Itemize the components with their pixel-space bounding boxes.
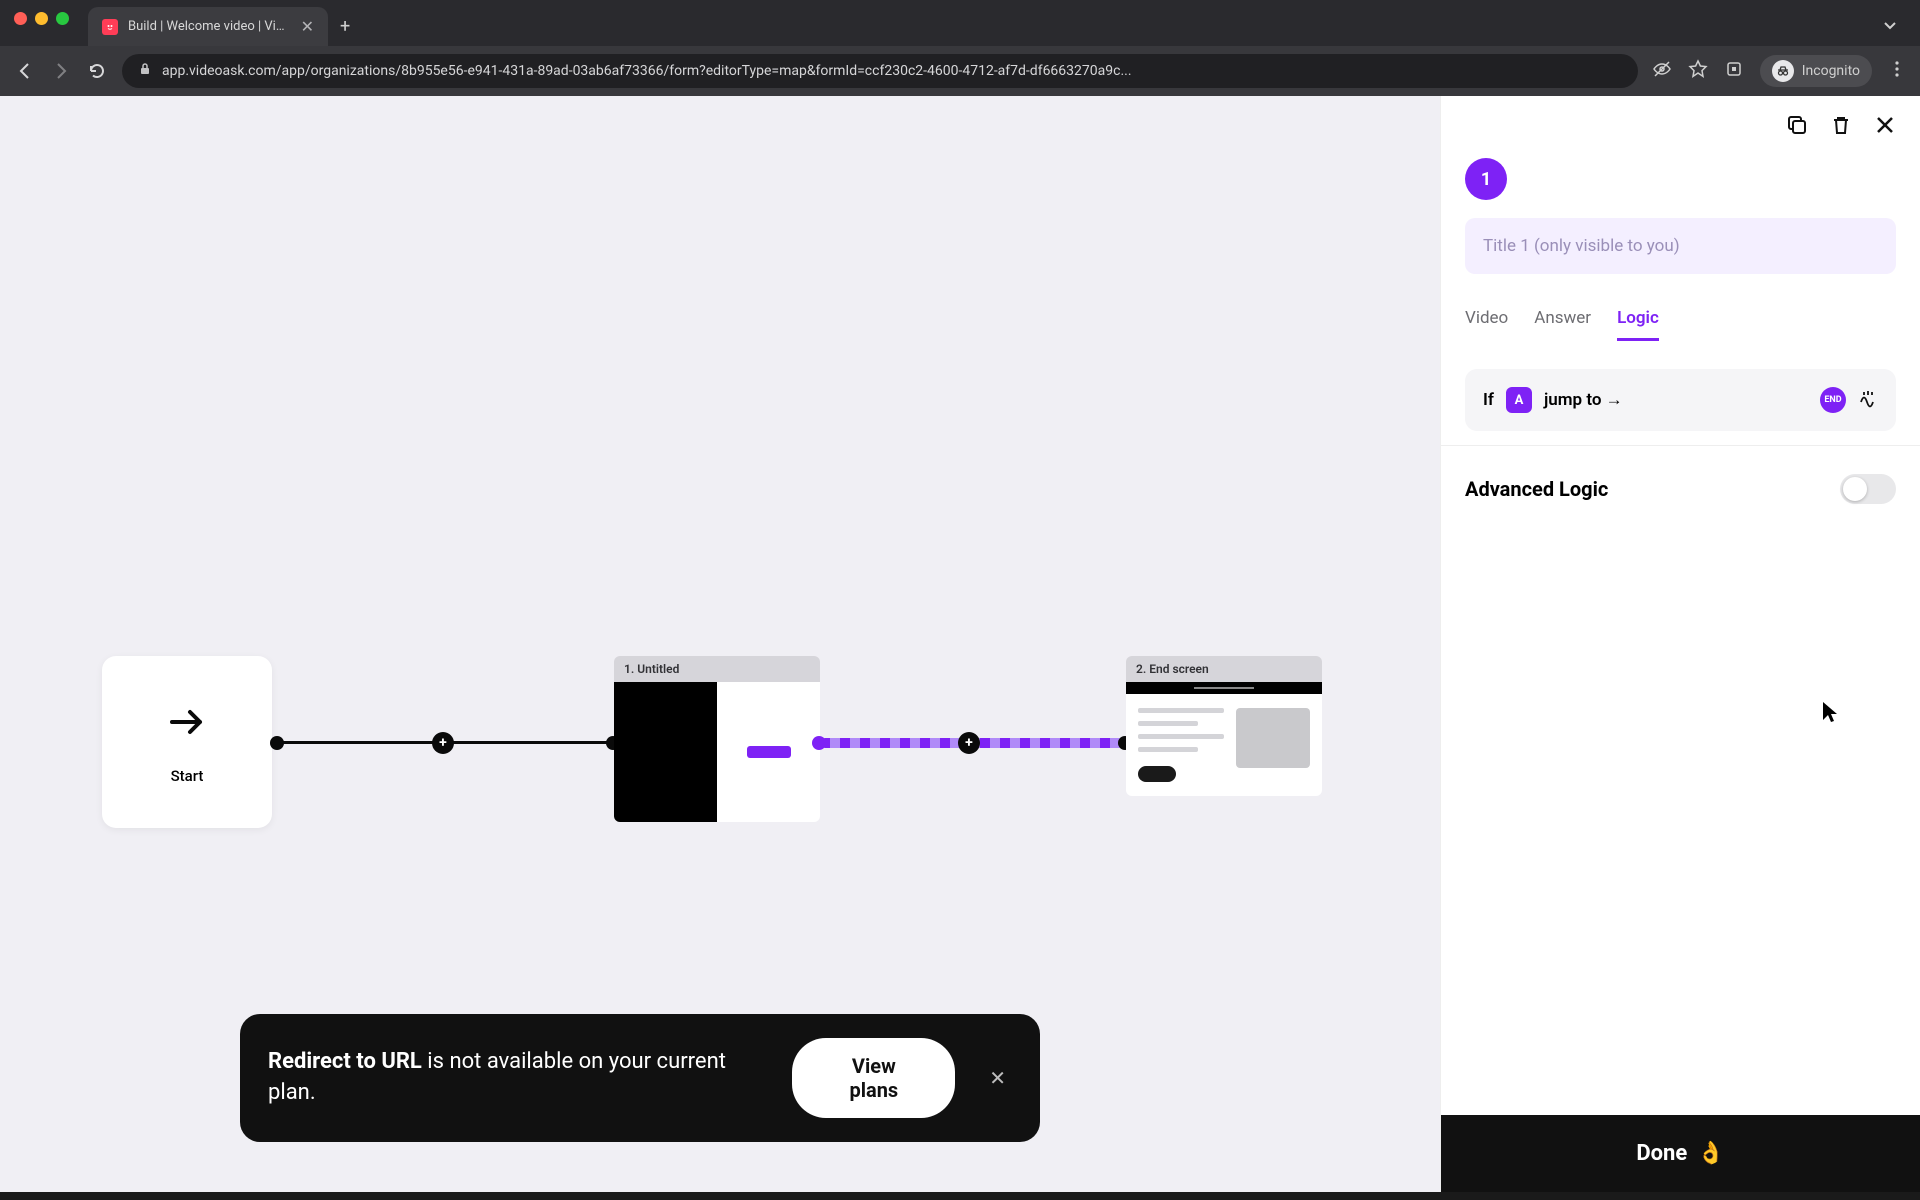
toolbar: app.videoask.com/app/organizations/8b955… — [0, 46, 1920, 96]
new-tab-button[interactable]: + — [328, 10, 362, 43]
incognito-icon — [1772, 60, 1794, 82]
app-root: Start + 1. Untitled + 2. End screen — [0, 96, 1920, 1192]
logic-if-label: If — [1483, 390, 1494, 410]
advanced-logic-label: Advanced Logic — [1465, 477, 1608, 501]
mouse-cursor-icon — [1822, 701, 1838, 728]
star-icon[interactable] — [1688, 59, 1708, 83]
panel-header: 1 — [1441, 158, 1920, 288]
duplicate-icon[interactable] — [1786, 114, 1808, 140]
forward-button[interactable] — [50, 60, 72, 82]
arrow-right-icon — [164, 699, 210, 749]
eye-off-icon[interactable] — [1652, 59, 1672, 83]
start-label: Start — [171, 767, 204, 785]
panel-tabs: Video Answer Logic — [1441, 288, 1920, 341]
add-step-button[interactable]: + — [958, 732, 980, 754]
tab-answer[interactable]: Answer — [1534, 308, 1591, 341]
end-body — [1126, 682, 1322, 796]
address-bar[interactable]: app.videoask.com/app/organizations/8b955… — [122, 54, 1638, 88]
end-node[interactable]: 2. End screen — [1126, 656, 1322, 796]
start-node[interactable]: Start — [102, 656, 272, 828]
step-node-1[interactable]: 1. Untitled — [614, 656, 820, 822]
incognito-label: Incognito — [1802, 63, 1860, 79]
browser-chrome: Build | Welcome video | VideoA ✕ + app.v… — [0, 0, 1920, 96]
logic-rule-row[interactable]: If A jump to → END — [1465, 369, 1896, 431]
wave-icon[interactable] — [1858, 388, 1878, 413]
tab-strip: Build | Welcome video | VideoA ✕ + — [80, 7, 1920, 46]
step-number-badge: 1 — [1465, 158, 1507, 200]
inspector-panel: 1 Video Answer Logic If A jump to → END … — [1440, 96, 1920, 1192]
view-plans-button[interactable]: View plans — [792, 1038, 955, 1118]
back-button[interactable] — [14, 60, 36, 82]
logic-jump-label: jump to → — [1544, 390, 1623, 410]
tab-title: Build | Welcome video | VideoA — [128, 19, 291, 34]
extensions-icon[interactable] — [1724, 59, 1744, 83]
end-text-lines — [1138, 708, 1224, 782]
step-body — [614, 682, 820, 822]
step-header: 1. Untitled — [614, 656, 820, 682]
kebab-menu-icon[interactable] — [1888, 60, 1906, 82]
answer-bar-icon — [747, 746, 791, 758]
answer-preview — [717, 682, 820, 822]
end-image-placeholder — [1236, 708, 1310, 768]
panel-actions — [1441, 96, 1920, 158]
lock-icon — [138, 62, 152, 80]
url-text: app.videoask.com/app/organizations/8b955… — [162, 63, 1132, 79]
window-minimize-button[interactable] — [35, 12, 48, 25]
advanced-logic-toggle[interactable] — [1840, 474, 1896, 504]
tab-video[interactable]: Video — [1465, 308, 1508, 341]
delete-icon[interactable] — [1830, 114, 1852, 140]
step-title-input[interactable] — [1465, 218, 1896, 274]
browser-tab[interactable]: Build | Welcome video | VideoA ✕ — [88, 7, 328, 46]
add-step-button[interactable]: + — [432, 732, 454, 754]
toast-message: Redirect to URL is not available on your… — [268, 1047, 764, 1109]
tab-close-icon[interactable]: ✕ — [301, 17, 314, 36]
step-header: 2. End screen — [1126, 656, 1322, 682]
window-fullscreen-button[interactable] — [56, 12, 69, 25]
ok-hand-icon: 👌 — [1697, 1141, 1724, 1166]
upgrade-toast: Redirect to URL is not available on your… — [240, 1014, 1040, 1142]
close-icon[interactable] — [1874, 114, 1896, 140]
toast-bold: Redirect to URL — [268, 1049, 422, 1074]
toolbar-right: Incognito — [1652, 55, 1906, 87]
tab-logic[interactable]: Logic — [1617, 308, 1659, 341]
flow-canvas[interactable]: Start + 1. Untitled + 2. End screen — [0, 96, 1440, 1192]
tabs-overflow-icon[interactable] — [1882, 17, 1898, 37]
done-label: Done — [1636, 1141, 1687, 1166]
reload-button[interactable] — [86, 60, 108, 82]
condition-chip[interactable]: A — [1506, 387, 1532, 413]
incognito-chip[interactable]: Incognito — [1760, 55, 1872, 87]
end-top-bar — [1126, 682, 1322, 694]
done-button[interactable]: Done 👌 — [1441, 1115, 1920, 1192]
video-thumbnail — [614, 682, 717, 822]
toggle-knob — [1843, 477, 1867, 501]
tab-favicon-icon — [102, 19, 118, 35]
advanced-logic-row: Advanced Logic — [1441, 445, 1920, 532]
jump-target-chip[interactable]: END — [1820, 387, 1846, 413]
window-close-button[interactable] — [14, 12, 27, 25]
toast-close-icon[interactable]: ✕ — [983, 1066, 1012, 1090]
